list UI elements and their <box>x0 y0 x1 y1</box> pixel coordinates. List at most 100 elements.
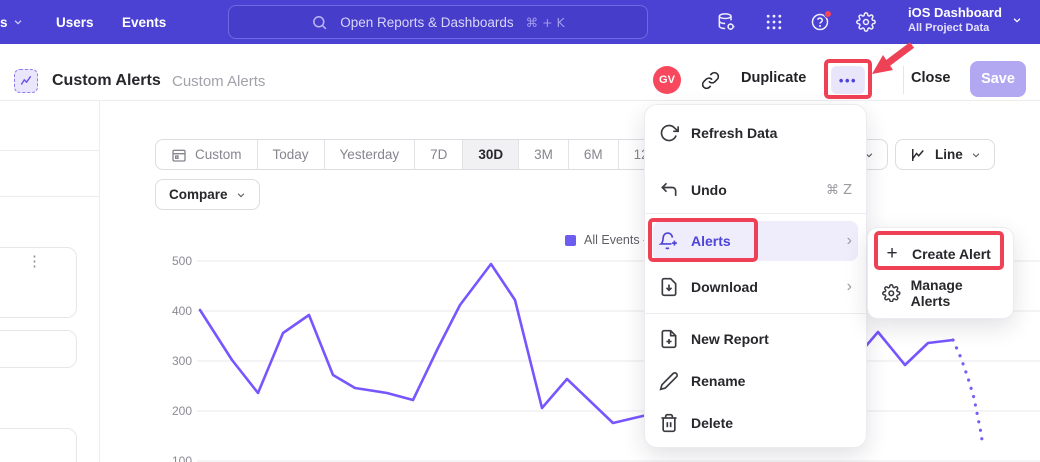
report-header: Custom Alerts Custom Alerts GV Duplicate… <box>0 44 1040 101</box>
legend-color-swatch <box>565 235 576 246</box>
more-options-menu: Refresh Data Data from 1 min ago Undo ⌘ … <box>645 105 866 447</box>
range-6m[interactable]: 6M <box>568 140 618 169</box>
range-label: Custom <box>195 147 242 162</box>
save-button[interactable]: Save <box>970 61 1026 97</box>
avatar[interactable]: GV <box>653 66 681 94</box>
nav-item-label: Events <box>122 15 166 30</box>
more-options-button[interactable]: ••• <box>831 66 865 94</box>
search-placeholder: Open Reports & Dashboards <box>340 15 513 30</box>
chart-type-label: Line <box>935 147 963 162</box>
new-report-icon <box>659 329 679 349</box>
range-today[interactable]: Today <box>257 140 324 169</box>
compare-dropdown-button[interactable]: Compare <box>155 179 260 210</box>
search-icon <box>311 14 328 31</box>
sidebar-divider <box>99 101 100 462</box>
nav-item-label: Users <box>56 15 94 30</box>
plus-icon: + <box>882 244 902 264</box>
range-label: Yesterday <box>340 147 400 162</box>
menu-item-download[interactable]: Download › <box>645 267 866 307</box>
undo-icon <box>659 180 679 200</box>
menu-item-rename[interactable]: Rename <box>645 361 866 401</box>
help-icon[interactable] <box>810 12 830 32</box>
range-3m[interactable]: 3M <box>518 140 568 169</box>
nav-item-truncated[interactable]: s <box>0 0 23 44</box>
project-subtitle: All Project Data <box>908 21 1002 35</box>
search-shortcut: ⌘ + K <box>526 15 565 30</box>
menu-item-label: Undo <box>691 182 727 198</box>
nav-item-label: s <box>0 15 8 30</box>
menu-divider <box>645 213 866 214</box>
sidebar-card[interactable] <box>0 330 77 368</box>
range-label: 6M <box>584 147 603 162</box>
date-range-segmented-control: Custom Today Yesterday 7D 30D 3M 6M 12M <box>155 139 676 170</box>
menu-item-alerts[interactable]: Alerts › <box>645 221 866 261</box>
top-navigation-bar: s Users Events Open Reports & Dashboards… <box>0 0 1040 44</box>
range-yesterday[interactable]: Yesterday <box>324 140 415 169</box>
kebab-menu-icon[interactable]: ⋮ <box>27 258 42 265</box>
menu-item-label: Alerts <box>691 233 731 249</box>
nav-item-events[interactable]: Events <box>122 0 166 44</box>
trash-icon <box>659 413 679 433</box>
sidebar-row-divider <box>0 150 99 151</box>
menu-item-undo[interactable]: Undo ⌘ Z <box>645 170 866 210</box>
compare-label: Compare <box>169 187 228 202</box>
page-title: Custom Alerts <box>52 72 161 90</box>
menu-item-label: Refresh Data <box>691 125 777 141</box>
copy-link-icon[interactable] <box>701 71 720 95</box>
app-window: 500 400 300 200 100 All Events - Total ⋮… <box>0 0 1040 462</box>
sidebar-card[interactable]: ⋮ <box>0 247 77 318</box>
undo-shortcut: ⌘ Z <box>826 183 852 198</box>
chevron-down-icon <box>1012 15 1022 25</box>
bell-plus-icon <box>659 231 679 251</box>
range-custom[interactable]: Custom <box>156 140 257 169</box>
range-7d[interactable]: 7D <box>414 140 462 169</box>
alerts-submenu: + Create Alert Manage Alerts <box>868 228 1013 318</box>
range-label: 30D <box>478 147 503 162</box>
global-search-bar[interactable]: Open Reports & Dashboards ⌘ + K <box>228 5 648 39</box>
nav-item-users[interactable]: Users <box>56 0 94 44</box>
data-management-icon[interactable] <box>716 12 736 32</box>
project-switcher[interactable]: iOS Dashboard All Project Data <box>908 5 1022 35</box>
download-icon <box>659 277 679 297</box>
chevron-down-icon <box>13 17 23 27</box>
notification-dot <box>824 10 832 18</box>
menu-item-label: Delete <box>691 415 733 431</box>
chart-projected-dotted-line <box>953 340 983 447</box>
submenu-item-create-alert[interactable]: + Create Alert <box>868 235 1013 273</box>
apps-grid-icon[interactable] <box>764 12 784 32</box>
range-label: 7D <box>430 147 447 162</box>
range-label: Today <box>273 147 309 162</box>
y-axis-tick: 400 <box>152 304 192 318</box>
line-chart-icon <box>909 146 927 164</box>
gear-icon <box>882 283 901 303</box>
header-divider <box>903 66 904 94</box>
settings-gear-icon[interactable] <box>856 12 876 32</box>
y-axis-tick: 100 <box>152 454 192 462</box>
chart-type-dropdown-button[interactable]: Line <box>895 139 995 170</box>
pencil-icon <box>659 371 679 391</box>
menu-item-label: Rename <box>691 373 745 389</box>
chevron-right-icon: › <box>847 233 852 249</box>
menu-item-new-report[interactable]: New Report <box>645 319 866 359</box>
submenu-item-manage-alerts[interactable]: Manage Alerts <box>868 274 1013 312</box>
chevron-right-icon: › <box>847 279 852 295</box>
submenu-item-label: Create Alert <box>912 246 991 262</box>
sidebar-card[interactable] <box>0 428 77 462</box>
menu-item-label: New Report <box>691 331 769 347</box>
range-30d-selected[interactable]: 30D <box>462 140 518 169</box>
menu-item-refresh-data[interactable]: Refresh Data <box>645 113 866 153</box>
y-axis-tick: 500 <box>152 254 192 268</box>
y-axis-tick: 200 <box>152 404 192 418</box>
y-axis-tick: 300 <box>152 354 192 368</box>
chevron-down-icon <box>971 150 981 160</box>
breadcrumb[interactable]: Custom Alerts <box>172 73 265 90</box>
menu-item-delete[interactable]: Delete <box>645 403 866 443</box>
duplicate-button[interactable]: Duplicate <box>741 70 806 86</box>
report-type-icon <box>14 69 38 93</box>
close-button[interactable]: Close <box>911 70 951 86</box>
calendar-icon <box>171 147 187 163</box>
project-name: iOS Dashboard <box>908 5 1002 21</box>
menu-item-label: Download <box>691 279 758 295</box>
chevron-down-icon <box>236 190 246 200</box>
submenu-item-label: Manage Alerts <box>911 277 999 309</box>
